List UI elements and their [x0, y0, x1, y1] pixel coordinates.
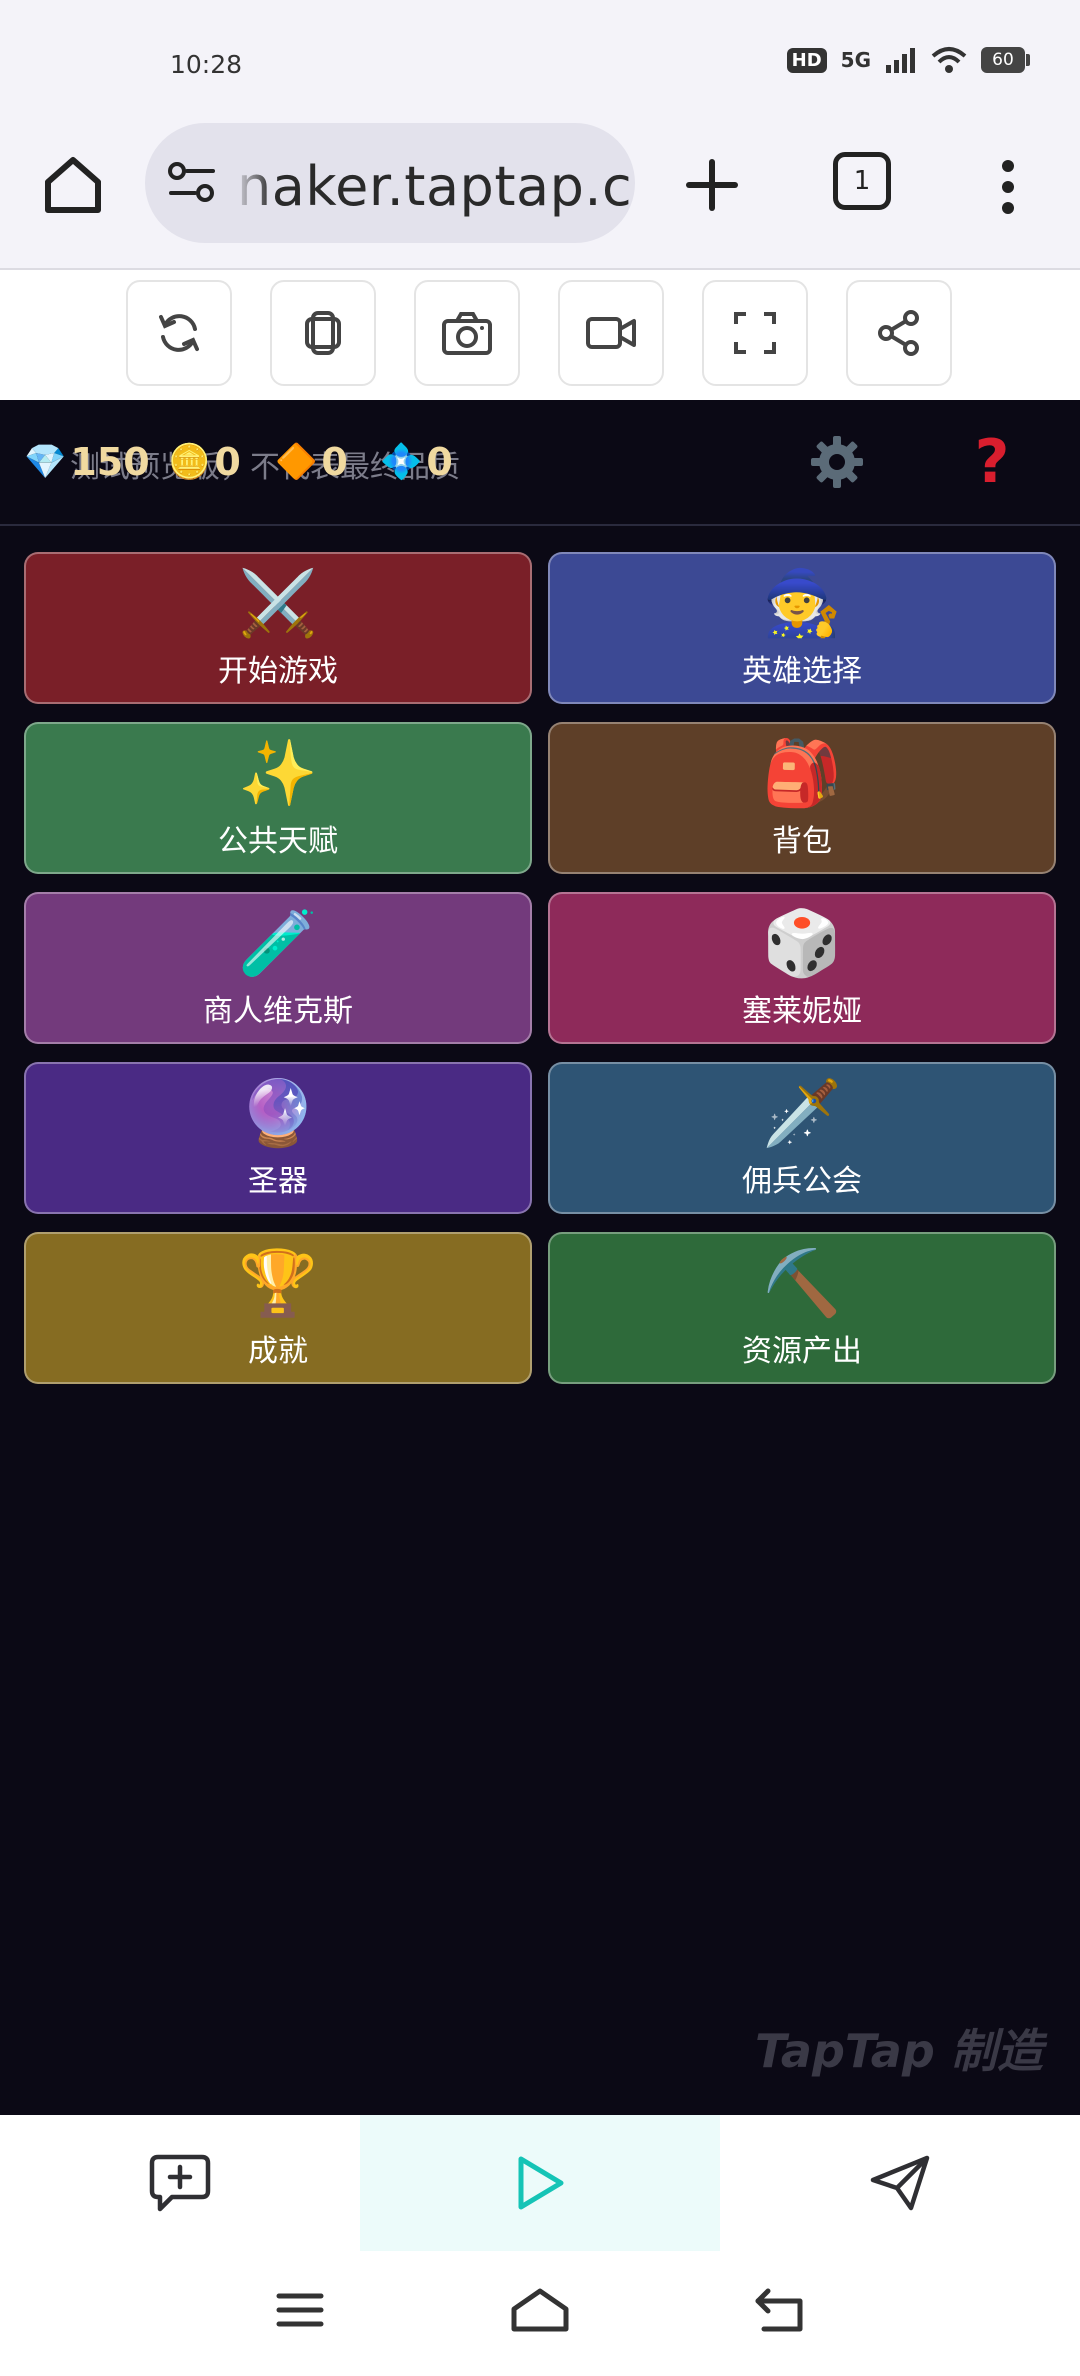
game-screen: 测试预览版，不代表最终品质 💎 150 🪙 0 🔶 0 💠 0 ? ⚔️ 开始游…: [0, 400, 1080, 2115]
menu-label: 英雄选择: [742, 654, 862, 689]
status-bar: 10:28 HD 5G 60: [0, 0, 1080, 120]
menu-label: 开始游戏: [218, 654, 338, 689]
menu-label: 成就: [248, 1334, 308, 1369]
dice-icon: 🎲: [762, 907, 842, 981]
menu-label: 塞莱妮娅: [742, 994, 862, 1029]
status-icons: HD 5G 60: [786, 46, 1030, 74]
share-button[interactable]: [846, 280, 952, 386]
nav-menu-button[interactable]: [260, 2275, 340, 2345]
network-label: 5G: [840, 48, 871, 72]
menu-mercenary-guild[interactable]: 🗡️ 佣兵公会: [548, 1062, 1056, 1214]
menu-label: 佣兵公会: [742, 1164, 862, 1199]
test-tube-icon: 🧪: [238, 907, 318, 981]
menu-achievements[interactable]: 🏆 成就: [24, 1232, 532, 1384]
battery-icon: 60: [981, 47, 1030, 73]
menu-label: 资源产出: [742, 1334, 862, 1369]
coin-icon: 🪙: [168, 442, 211, 482]
settings-button[interactable]: [805, 430, 869, 494]
menu-resource-output[interactable]: ⛏️ 资源产出: [548, 1232, 1056, 1384]
menu-merchant-vix[interactable]: 🧪 商人维克斯: [24, 892, 532, 1044]
new-tab-button[interactable]: [675, 148, 749, 222]
camera-icon: [442, 312, 492, 355]
menu-start-game[interactable]: ⚔️ 开始游戏: [24, 552, 532, 704]
browser-toolbar: naker.taptap.cn 1: [0, 120, 1080, 270]
maker-toolbar: [0, 270, 1080, 400]
layers-icon: [305, 311, 341, 355]
wizard-icon: 🧙: [762, 567, 842, 641]
menu-public-talents[interactable]: ✨ 公共天赋: [24, 722, 532, 874]
signal-icon: [886, 48, 915, 73]
refresh-button[interactable]: [126, 280, 232, 386]
play-button[interactable]: [360, 2115, 720, 2251]
menu-hero-select[interactable]: 🧙 英雄选择: [548, 552, 1056, 704]
plus-icon: [686, 159, 738, 211]
blue-crystal-icon: 💠: [380, 442, 423, 482]
fullscreen-button[interactable]: [702, 280, 808, 386]
play-icon: [518, 2156, 564, 2210]
dagger-icon: 🗡️: [762, 1077, 842, 1151]
more-vertical-icon: [1002, 160, 1014, 214]
orange-gem-counter: 🔶 0: [275, 440, 348, 484]
coin-counter: 🪙 0: [168, 440, 241, 484]
help-button[interactable]: ?: [960, 430, 1024, 494]
orange-gem-value: 0: [321, 440, 348, 484]
menu-selenia[interactable]: 🎲 塞莱妮娅: [548, 892, 1056, 1044]
menu-relics[interactable]: 🔮 圣器: [24, 1062, 532, 1214]
orange-gem-icon: 🔶: [275, 442, 318, 482]
diamond-value: 150: [70, 440, 150, 484]
status-time: 10:28: [170, 50, 243, 79]
menu-label: 背包: [772, 824, 832, 859]
diamond-icon: 💎: [24, 442, 67, 482]
back-icon: [755, 2288, 803, 2332]
nav-back-button[interactable]: [740, 2275, 820, 2345]
url-text: naker.taptap.cn: [237, 155, 635, 218]
trophy-icon: 🏆: [238, 1247, 318, 1321]
blue-crystal-counter: 💠 0: [380, 440, 453, 484]
system-nav-bar: [0, 2251, 1080, 2376]
blue-crystal-value: 0: [426, 440, 453, 484]
browser-home-button[interactable]: [38, 150, 108, 220]
crossed-swords-icon: ⚔️: [238, 567, 318, 641]
coin-value: 0: [214, 440, 241, 484]
currency-hud: 测试预览版，不代表最终品质 💎 150 🪙 0 🔶 0 💠 0 ?: [0, 400, 1080, 526]
fullscreen-icon: [734, 312, 776, 354]
wifi-icon: [931, 47, 967, 73]
add-comment-icon: [149, 2154, 211, 2212]
refresh-icon: [159, 314, 199, 352]
gear-icon: [811, 436, 863, 488]
more-menu-button[interactable]: [988, 150, 1028, 224]
video-icon: [586, 317, 636, 349]
nav-home-button[interactable]: [500, 2275, 580, 2345]
address-bar[interactable]: naker.taptap.cn: [145, 123, 635, 243]
bottom-action-bar: [0, 2115, 1080, 2251]
send-button[interactable]: [720, 2115, 1080, 2251]
taptap-maker-logo: TapTap 制造: [755, 2024, 1043, 2078]
diamond-counter: 💎 150: [24, 440, 150, 484]
hd-badge: HD: [786, 47, 827, 73]
battery-level: 60: [981, 47, 1025, 73]
comment-button[interactable]: [0, 2115, 360, 2251]
sparkles-icon: ✨: [238, 737, 318, 811]
home-icon: [511, 2288, 569, 2332]
tab-switcher-button[interactable]: 1: [833, 152, 891, 210]
menu-label: 圣器: [248, 1164, 308, 1199]
site-settings-icon[interactable]: [167, 161, 217, 205]
menu-label: 公共天赋: [218, 824, 338, 859]
pickaxe-icon: ⛏️: [762, 1247, 842, 1321]
backpack-icon: 🎒: [762, 737, 842, 811]
record-button[interactable]: [558, 280, 664, 386]
menu-icon: [276, 2293, 324, 2327]
menu-label: 商人维克斯: [203, 994, 353, 1029]
menu-backpack[interactable]: 🎒 背包: [548, 722, 1056, 874]
share-icon: [878, 310, 919, 356]
home-icon: [45, 157, 101, 213]
send-icon: [870, 2155, 930, 2211]
crystal-ball-icon: 🔮: [238, 1077, 318, 1151]
screenshot-button[interactable]: [414, 280, 520, 386]
layers-button[interactable]: [270, 280, 376, 386]
